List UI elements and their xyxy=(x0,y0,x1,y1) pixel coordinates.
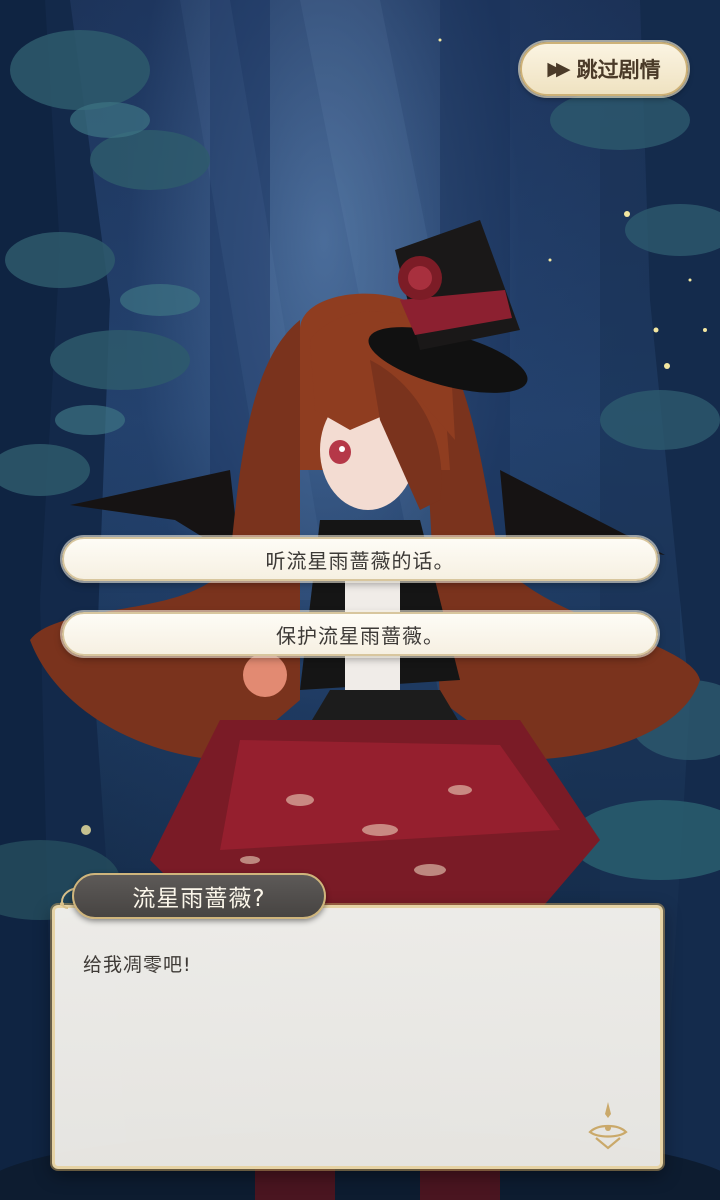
speaker-name-tag: 流星雨蔷薇? xyxy=(72,873,326,919)
skip-story-button[interactable]: ▶▶ 跳过剧情 xyxy=(520,42,688,96)
choice-option-1[interactable]: 听流星雨蔷薇的话。 xyxy=(62,537,658,581)
speaker-name: 流星雨蔷薇? xyxy=(132,886,266,912)
choice-option-2-label: 保护流星雨蔷薇。 xyxy=(276,623,444,648)
dialogue-text: 给我凋零吧! xyxy=(83,954,192,976)
continue-indicator-icon[interactable] xyxy=(584,1098,632,1154)
fast-forward-icon: ▶▶ xyxy=(547,58,570,80)
choice-option-2[interactable]: 保护流星雨蔷薇。 xyxy=(62,612,658,656)
choice-option-1-label: 听流星雨蔷薇的话。 xyxy=(265,548,455,573)
dialogue-box[interactable]: 给我凋零吧! xyxy=(52,905,663,1169)
skip-story-label: 跳过剧情 xyxy=(576,58,661,82)
